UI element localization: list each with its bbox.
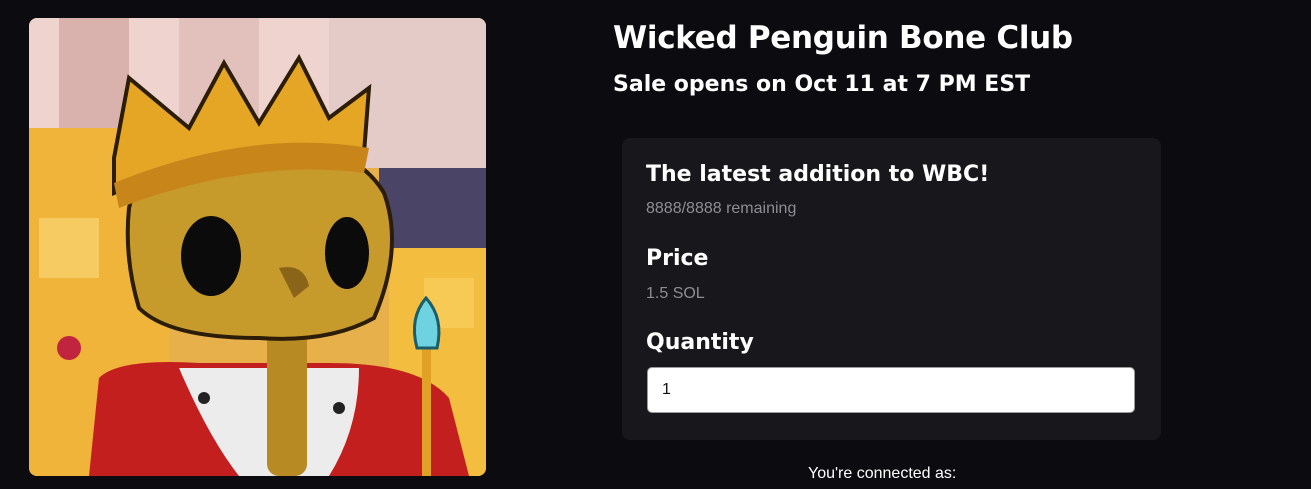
price-value: 1.5 SOL [646,285,705,302]
nft-artwork-image [29,18,486,476]
mint-headline: The latest addition to WBC! [646,162,990,187]
mint-page: Wicked Penguin Bone Club Sale opens on O… [0,0,1311,489]
wallet-connected-label: You're connected as: [808,465,957,482]
collection-title: Wicked Penguin Bone Club [613,20,1073,56]
quantity-input[interactable] [647,367,1135,413]
sale-open-date: Sale opens on Oct 11 at 7 PM EST [613,72,1031,97]
quantity-label: Quantity [646,330,754,355]
remaining-count: 8888/8888 remaining [646,200,797,217]
price-label: Price [646,246,709,271]
mint-card: The latest addition to WBC! 8888/8888 re… [622,138,1161,440]
